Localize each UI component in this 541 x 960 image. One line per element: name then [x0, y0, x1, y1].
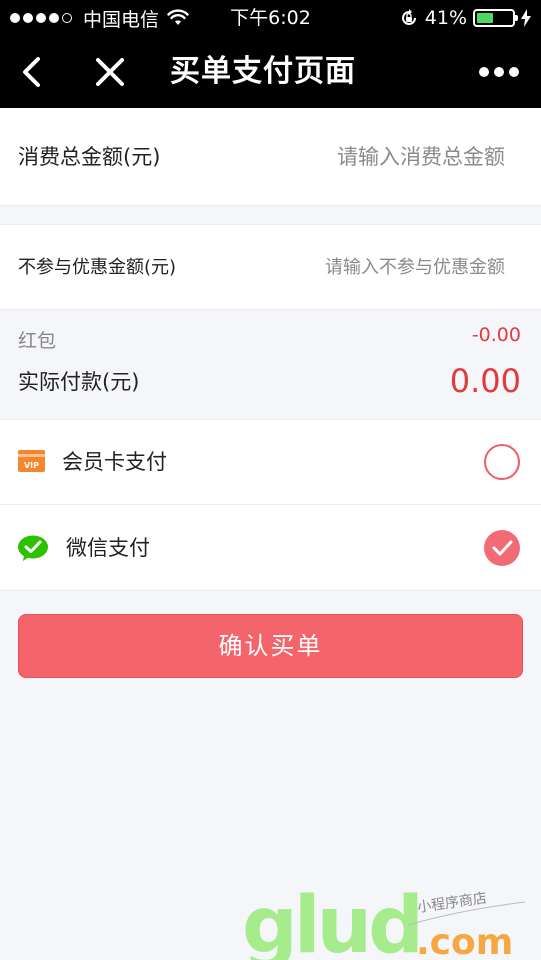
vip-card-icon: VIP	[18, 450, 45, 472]
confirm-order-button[interactable]: 确认买单	[18, 614, 523, 678]
status-bar: 中国电信 下午6:02 41%	[0, 0, 541, 36]
close-icon[interactable]	[92, 54, 128, 90]
carrier-name: 中国电信	[83, 8, 160, 31]
total-amount-label: 消费总金额(元)	[18, 145, 161, 169]
exclude-amount-label: 不参与优惠金额(元)	[18, 257, 177, 278]
svg-text:.com: .com	[416, 922, 513, 960]
orientation-lock-icon	[401, 9, 416, 25]
check-icon	[492, 540, 513, 556]
svg-text:小程序商店: 小程序商店	[416, 890, 488, 916]
total-amount-row[interactable]: 消费总金额(元) 请输入消费总金额	[0, 108, 541, 206]
more-dots-icon[interactable]	[479, 62, 519, 82]
exclude-amount-input[interactable]: 请输入不参与优惠金额	[325, 225, 505, 311]
exclude-amount-row[interactable]: 不参与优惠金额(元) 请输入不参与优惠金额	[0, 224, 541, 310]
total-amount-input[interactable]: 请输入消费总金额	[337, 108, 505, 206]
glud-watermark-logo: glud .com 小程序商店	[242, 881, 526, 960]
status-right: 41%	[399, 0, 531, 36]
hongbao-value: -0.00	[471, 324, 521, 346]
battery-percent: 41%	[424, 7, 467, 29]
wechat-pay-radio[interactable]	[484, 530, 520, 566]
hongbao-label: 红包	[18, 330, 57, 352]
page-title: 买单支付页面	[170, 54, 356, 89]
wechat-pay-label: 微信支付	[66, 536, 150, 560]
charging-bolt-icon	[521, 9, 531, 27]
nav-bar: 买单支付页面	[0, 36, 541, 108]
status-left: 中国电信	[10, 0, 189, 36]
member-card-radio[interactable]	[484, 444, 520, 480]
payment-summary: 红包 -0.00 实际付款(元) 0.00	[0, 310, 541, 420]
payment-option-member-card[interactable]: VIP 会员卡支付	[0, 420, 541, 505]
actual-payment-value: 0.00	[449, 362, 521, 400]
svg-text:glud: glud	[242, 881, 420, 960]
payment-option-wechat[interactable]: 微信支付	[0, 505, 541, 591]
member-card-label: 会员卡支付	[62, 450, 167, 474]
back-arrow-icon[interactable]	[16, 54, 52, 90]
svg-text:VIP: VIP	[24, 461, 39, 470]
actual-payment-label: 实际付款(元)	[18, 370, 140, 394]
signal-strength-icon	[10, 13, 75, 23]
battery-icon	[473, 9, 518, 27]
wechat-icon	[18, 535, 48, 561]
wifi-icon	[167, 9, 189, 25]
